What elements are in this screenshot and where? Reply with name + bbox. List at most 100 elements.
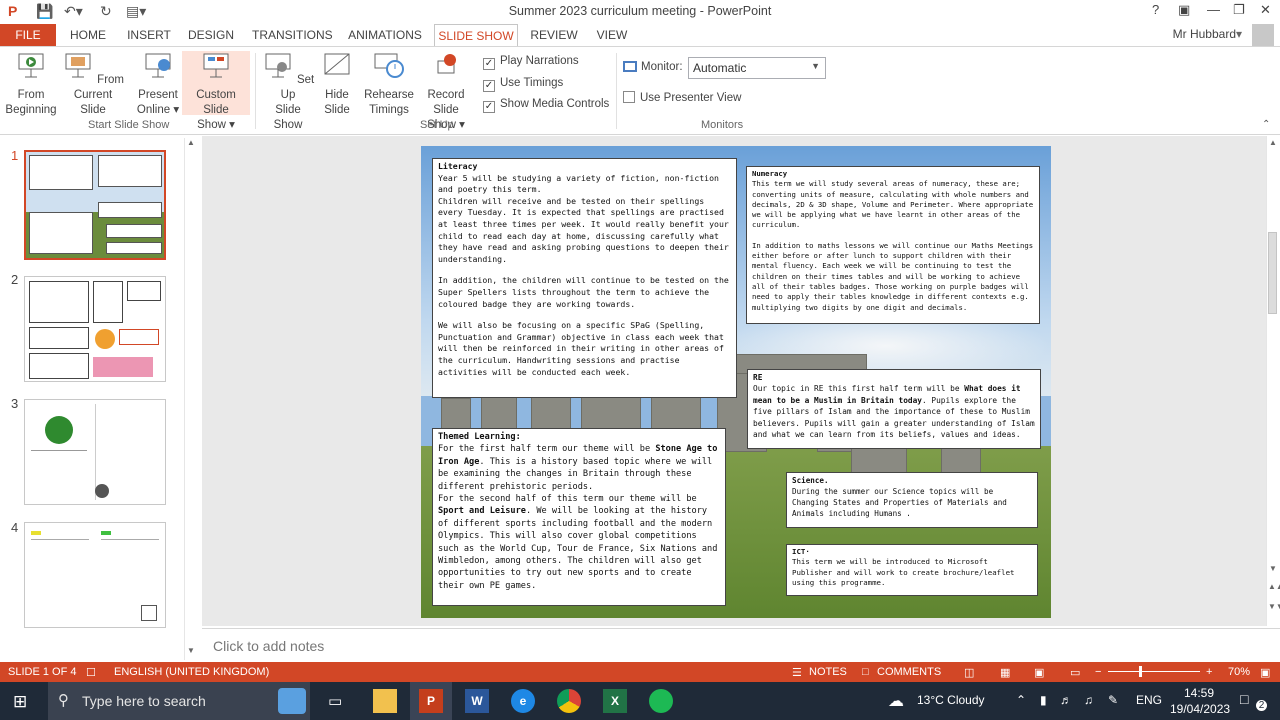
previous-slide-icon[interactable]: ▲▲ <box>1268 582 1280 591</box>
show-hidden-icons-icon[interactable]: ⌃ <box>1016 693 1026 707</box>
spotify-icon[interactable] <box>649 689 673 713</box>
tab-design[interactable]: DESIGN <box>186 24 236 46</box>
ict-textbox[interactable]: ICT· This term we will be introduced to … <box>786 544 1038 596</box>
speaker-icon[interactable]: ♫ <box>1084 693 1093 707</box>
present-online-button[interactable]: Present Online ▾ <box>134 51 182 118</box>
comments-button[interactable]: COMMENTS <box>877 666 941 678</box>
science-textbox[interactable]: Science. During the summer our Science t… <box>786 472 1038 528</box>
custom-slide-show-button[interactable]: Custom Slide Show ▾ <box>182 51 250 131</box>
slide-sorter-icon[interactable]: ▦ <box>1000 666 1010 679</box>
literacy-paragraph: In addition, the children will continue … <box>438 275 729 309</box>
use-timings-checkbox[interactable]: ✓ Use Timings <box>483 77 563 92</box>
tab-transitions[interactable]: TRANSITIONS <box>252 24 333 46</box>
record-slide-show-icon <box>437 54 456 74</box>
scroll-up-icon[interactable]: ▲ <box>187 138 195 147</box>
reading-view-icon[interactable]: ▣ <box>1034 666 1044 679</box>
thumbnail-textbox <box>29 155 93 190</box>
task-view-icon[interactable]: ▭ <box>328 692 342 710</box>
thumbnail-slide-1[interactable] <box>24 150 166 260</box>
slide-scrollbar[interactable]: ▲ ▼ ▲▲ ▼▼ <box>1266 136 1280 626</box>
tab-file[interactable]: FILE <box>0 24 56 46</box>
normal-view-icon[interactable]: ◫ <box>964 666 974 679</box>
show-media-controls-checkbox[interactable]: ✓ Show Media Controls <box>483 98 609 113</box>
numeracy-textbox[interactable]: Numeracy This term we will study several… <box>746 166 1040 324</box>
tab-animations[interactable]: ANIMATIONS <box>346 24 424 46</box>
language-indicator[interactable]: ENGLISH (UNITED KINGDOM) <box>114 666 269 678</box>
user-name[interactable]: Mr Hubbard <box>1173 27 1236 41</box>
input-language[interactable]: ENG <box>1136 693 1162 707</box>
zoom-level[interactable]: 70% <box>1228 666 1250 678</box>
from-beginning-button[interactable]: From Beginning <box>4 51 58 118</box>
zoom-slider[interactable] <box>1108 666 1200 677</box>
re-textbox[interactable]: RE Our topic in RE this first half term … <box>747 369 1041 449</box>
microphone-icon[interactable]: ▮ <box>1040 693 1047 707</box>
notes-button[interactable]: NOTES <box>809 666 847 678</box>
tab-view[interactable]: VIEW <box>594 24 630 46</box>
slide-show-icon[interactable]: ▭ <box>1070 666 1080 679</box>
scroll-down-icon[interactable]: ▼ <box>1269 564 1277 573</box>
scroll-thumb[interactable] <box>1268 232 1277 314</box>
present-online-icon <box>145 53 171 78</box>
tab-slide-show[interactable]: SLIDE SHOW <box>434 24 518 47</box>
play-narrations-checkbox[interactable]: ✓ Play Narrations <box>483 55 579 70</box>
volume-icon[interactable]: ♬ <box>1060 693 1072 707</box>
scroll-down-icon[interactable]: ▼ <box>187 646 195 655</box>
zoom-out-icon[interactable]: − <box>1095 666 1101 678</box>
status-bar: SLIDE 1 OF 4 ☐ ENGLISH (UNITED KINGDOM) … <box>0 662 1280 682</box>
taskbar-search-box[interactable]: ⚲ Type here to search <box>48 682 310 720</box>
notes-pane[interactable]: Click to add notes <box>202 628 1280 662</box>
tab-review[interactable]: REVIEW <box>530 24 578 46</box>
custom-show-label-1: Custom Slide <box>196 89 236 116</box>
monitor-select-value: Automatic <box>693 61 747 75</box>
file-explorer-icon[interactable] <box>373 689 397 713</box>
set-up-slide-show-button[interactable]: Set Up Slide Show <box>260 51 316 133</box>
themed-learning-textbox[interactable]: Themed Learning: For the first half term… <box>432 428 726 606</box>
weather-text[interactable]: 13°C Cloudy <box>917 693 985 707</box>
thumbnail-slide-3[interactable] <box>24 399 166 505</box>
from-current-slide-button[interactable]: From Current Slide <box>60 51 126 118</box>
thumbnail-slide-4[interactable] <box>24 522 166 628</box>
clock-time[interactable]: 14:59 <box>1184 686 1214 700</box>
word-icon[interactable]: W <box>465 689 489 713</box>
thumbnail-slide-2[interactable] <box>24 276 166 382</box>
literacy-textbox[interactable]: Literacy Year 5 will be studying a varie… <box>432 158 737 398</box>
themed-text: For the first half term our theme will b… <box>438 444 656 455</box>
thumbnail-textbox <box>119 329 159 345</box>
title-bar: P 💾 ↶▾ ↻ ▤▾ Summer 2023 curriculum meeti… <box>0 0 1280 24</box>
powerpoint-icon[interactable]: P <box>419 689 443 713</box>
help-icon[interactable]: ? <box>1152 2 1159 17</box>
fit-slide-icon[interactable]: ▣ <box>1260 666 1270 679</box>
minimize-icon[interactable]: — <box>1207 2 1220 17</box>
pen-icon[interactable]: ✎ <box>1108 693 1118 707</box>
thumbnail-scrollbar[interactable]: ▲ ▼ <box>184 138 196 660</box>
collapse-ribbon-icon[interactable]: ⌃ <box>1262 119 1270 130</box>
tab-insert[interactable]: INSERT <box>126 24 172 46</box>
ribbon-display-icon[interactable]: ▣ <box>1178 2 1190 18</box>
thumbnail-textbox <box>29 212 93 254</box>
clock-date[interactable]: 19/04/2023 <box>1170 702 1230 716</box>
scroll-up-icon[interactable]: ▲ <box>1269 138 1277 147</box>
from-current-label-1: From <box>97 74 125 86</box>
notification-icon[interactable]: □ <box>1240 691 1248 707</box>
zoom-slider-thumb[interactable] <box>1139 666 1142 677</box>
monitor-select[interactable]: Automatic ▼ <box>688 57 826 79</box>
close-icon[interactable]: ✕ <box>1260 2 1271 18</box>
windows-start-icon[interactable]: ⊞ <box>13 692 27 712</box>
next-slide-icon[interactable]: ▼▼ <box>1268 602 1280 611</box>
user-dropdown-icon[interactable]: ▾ <box>1236 27 1242 41</box>
zoom-in-icon[interactable]: + <box>1206 666 1212 678</box>
chevron-down-icon: ▼ <box>811 61 820 71</box>
edge-icon[interactable]: e <box>511 689 535 713</box>
avatar[interactable] <box>1252 24 1274 46</box>
rehearse-timings-button[interactable]: Rehearse Timings <box>362 51 416 118</box>
taskbar-search-placeholder: Type here to search <box>82 693 206 709</box>
chrome-icon[interactable] <box>557 689 581 713</box>
slide-canvas[interactable]: Literacy Year 5 will be studying a varie… <box>421 146 1051 618</box>
hide-slide-button[interactable]: Hide Slide <box>318 51 356 118</box>
maximize-icon[interactable]: ❐ <box>1233 2 1245 18</box>
use-presenter-view-checkbox[interactable]: Use Presenter View <box>623 91 741 104</box>
excel-icon[interactable]: X <box>603 689 627 713</box>
spelling-check-icon[interactable]: ☐ <box>86 666 96 679</box>
tab-home[interactable]: HOME <box>66 24 110 46</box>
re-text: Our topic in RE this first half term wil… <box>753 384 965 394</box>
